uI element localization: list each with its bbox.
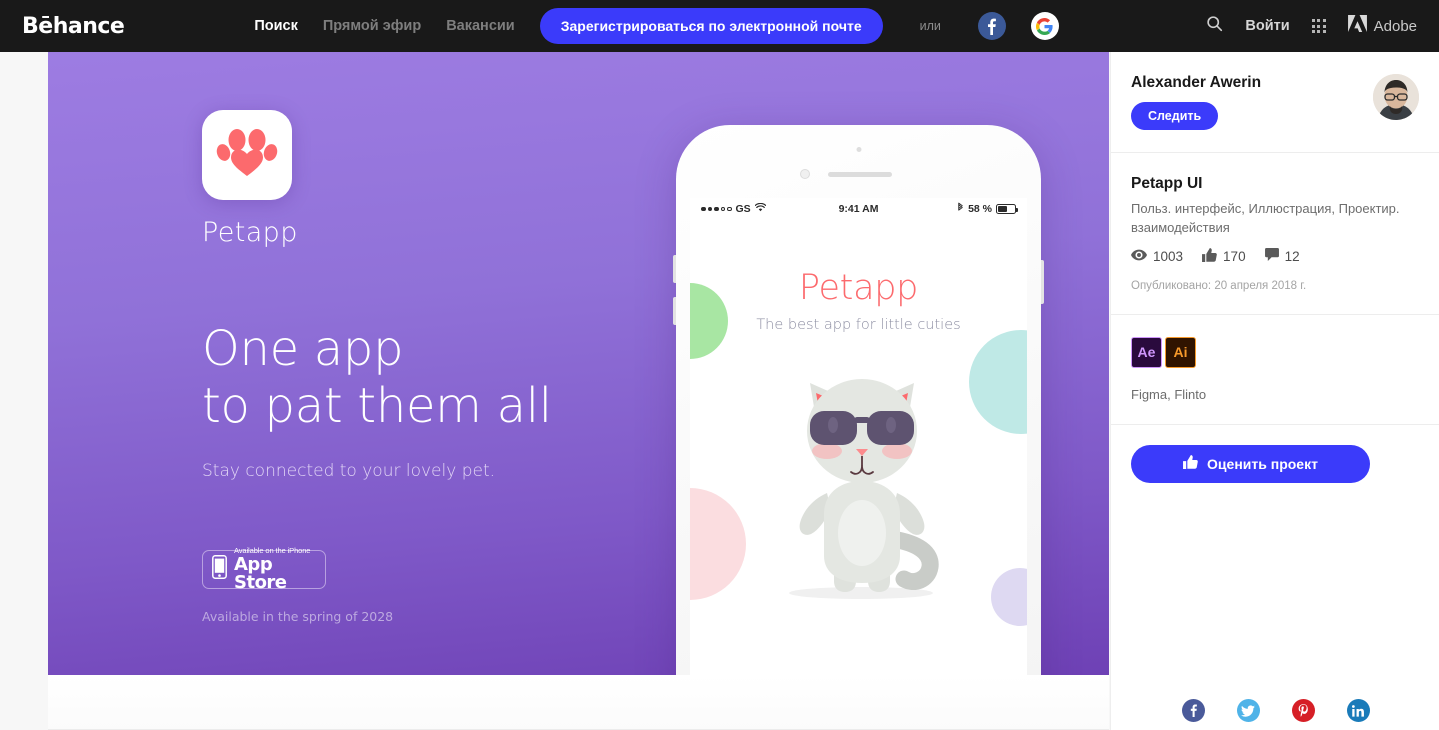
adobe-label: Adobe	[1373, 17, 1417, 35]
paw-app-icon	[202, 110, 292, 200]
apps-grid-icon[interactable]	[1311, 19, 1326, 33]
phone-sensor-dot	[856, 147, 861, 152]
illustrator-icon[interactable]: Ai	[1165, 336, 1196, 368]
carrier-label: GS	[735, 203, 751, 215]
share-linkedin-icon[interactable]	[1346, 699, 1370, 722]
battery-icon	[996, 204, 1019, 214]
thumbs-up-icon	[1183, 455, 1198, 472]
screen-app-title: Petapp	[798, 268, 919, 308]
nav-links: Поиск Прямой эфир Вакансии Зарегистриров…	[254, 8, 1059, 44]
signup-email-button[interactable]: Зарегистрироваться по электронной почте	[539, 8, 883, 44]
search-icon[interactable]	[1206, 15, 1223, 37]
app-store-text: Available on the iPhone App Store	[234, 547, 325, 592]
project-title: Petapp UI	[1131, 175, 1203, 193]
published-date: Опубликовано: 20 апреля 2018 г.	[1131, 279, 1307, 292]
phone-earpiece-speaker	[828, 172, 892, 177]
hero-headline-line1: One app	[202, 321, 404, 377]
project-hero-image: Petapp One app to pat them all Stay conn…	[48, 52, 1109, 675]
owner-info: Alexander Awerin Следить	[1131, 74, 1261, 131]
follow-button[interactable]: Следить	[1131, 102, 1219, 131]
phone-volume-down-button	[673, 297, 676, 325]
share-twitter-icon[interactable]	[1236, 699, 1260, 722]
top-navigation-bar: Bēhance Поиск Прямой эфир Вакансии Зарег…	[0, 0, 1439, 52]
appreciations-count: 170	[1223, 248, 1246, 264]
sidebar-tools-block: Ae Ai Figma, Flinto	[1111, 315, 1439, 425]
comment-icon	[1264, 248, 1279, 264]
rate-project-button[interactable]: Оценить проект	[1131, 444, 1370, 483]
share-facebook-icon[interactable]	[1181, 699, 1205, 722]
owner-avatar[interactable]	[1373, 74, 1419, 120]
hero-headline-line2: to pat them all	[202, 378, 552, 435]
phone-status-bar: GS 9:41 AM 58 %	[690, 198, 1027, 220]
views-count: 1003	[1153, 248, 1184, 264]
hero-subhead: Stay connected to your lovely pet.	[202, 461, 496, 482]
owner-row: Alexander Awerin Следить	[1131, 74, 1419, 131]
status-signal-group: GS	[701, 202, 766, 215]
signal-strength-icon	[701, 206, 732, 212]
hero-app-name: Petapp	[202, 217, 298, 248]
project-fields: Польз. интерфейс, Иллюстрация, Проектир.…	[1131, 201, 1400, 235]
nav-link-search[interactable]: Поиск	[254, 18, 298, 34]
google-icon[interactable]	[1030, 12, 1059, 40]
nav-link-jobs[interactable]: Вакансии	[446, 18, 515, 34]
tools-text: Figma, Flinto	[1131, 386, 1207, 402]
page-body: Petapp One app to pat them all Stay conn…	[0, 52, 1439, 730]
project-content-below-hero	[48, 675, 1109, 730]
hero-headline: One app to pat them all	[202, 321, 672, 435]
tools-icon-row: Ae Ai	[1131, 336, 1419, 368]
iphone-mockup: GS 9:41 AM 58 % Petapp The best app for …	[673, 125, 1044, 675]
share-pinterest-icon[interactable]	[1291, 699, 1315, 722]
adobe-link[interactable]: Adobe	[1347, 15, 1417, 37]
signin-link[interactable]: Войти	[1245, 18, 1289, 34]
eye-icon	[1131, 249, 1147, 264]
comments-count: 12	[1284, 248, 1300, 264]
iphone-icon	[212, 555, 227, 584]
wifi-icon	[754, 202, 766, 215]
bluetooth-icon	[957, 202, 964, 216]
nav-right-group: Войти Adobe	[1206, 15, 1417, 37]
battery-percent-label: 58 %	[968, 203, 992, 215]
project-sidebar: Alexander Awerin Следить Petapp UI Польз…	[1110, 52, 1439, 730]
phone-front-camera	[800, 169, 810, 179]
owner-name[interactable]: Alexander Awerin	[1131, 74, 1261, 91]
status-right-group: 58 %	[957, 202, 1019, 216]
app-store-big-label: App Store	[234, 553, 287, 593]
sidebar-project-block: Petapp UI Польз. интерфейс, Иллюстрация,…	[1111, 153, 1439, 315]
hero-availability-note: Available in the spring of 2028	[202, 609, 394, 625]
facebook-icon[interactable]	[977, 12, 1006, 40]
project-stats: 1003 170 12	[1131, 247, 1419, 265]
hero-text-column: Petapp One app to pat them all Stay conn…	[202, 110, 672, 624]
or-label: или	[919, 19, 941, 33]
phone-power-button	[1041, 260, 1044, 304]
screen-app-subtitle: The best app for little cuties	[756, 317, 961, 333]
after-effects-icon[interactable]: Ae	[1131, 336, 1162, 368]
adobe-logo-icon	[1347, 15, 1367, 37]
rate-project-label: Оценить проект	[1207, 455, 1318, 472]
thumbs-up-icon	[1202, 247, 1217, 265]
app-store-badge[interactable]: Available on the iPhone App Store	[202, 547, 326, 592]
sidebar-owner-block: Alexander Awerin Следить	[1111, 52, 1439, 154]
nav-link-live[interactable]: Прямой эфир	[323, 18, 421, 34]
behance-logo[interactable]: Bēhance	[22, 14, 125, 39]
cat-with-sunglasses-illustration	[788, 379, 939, 599]
phone-screen: GS 9:41 AM 58 % Petapp The best app for …	[690, 198, 1027, 675]
share-buttons-row	[1111, 699, 1439, 722]
phone-volume-up-button	[673, 255, 676, 283]
